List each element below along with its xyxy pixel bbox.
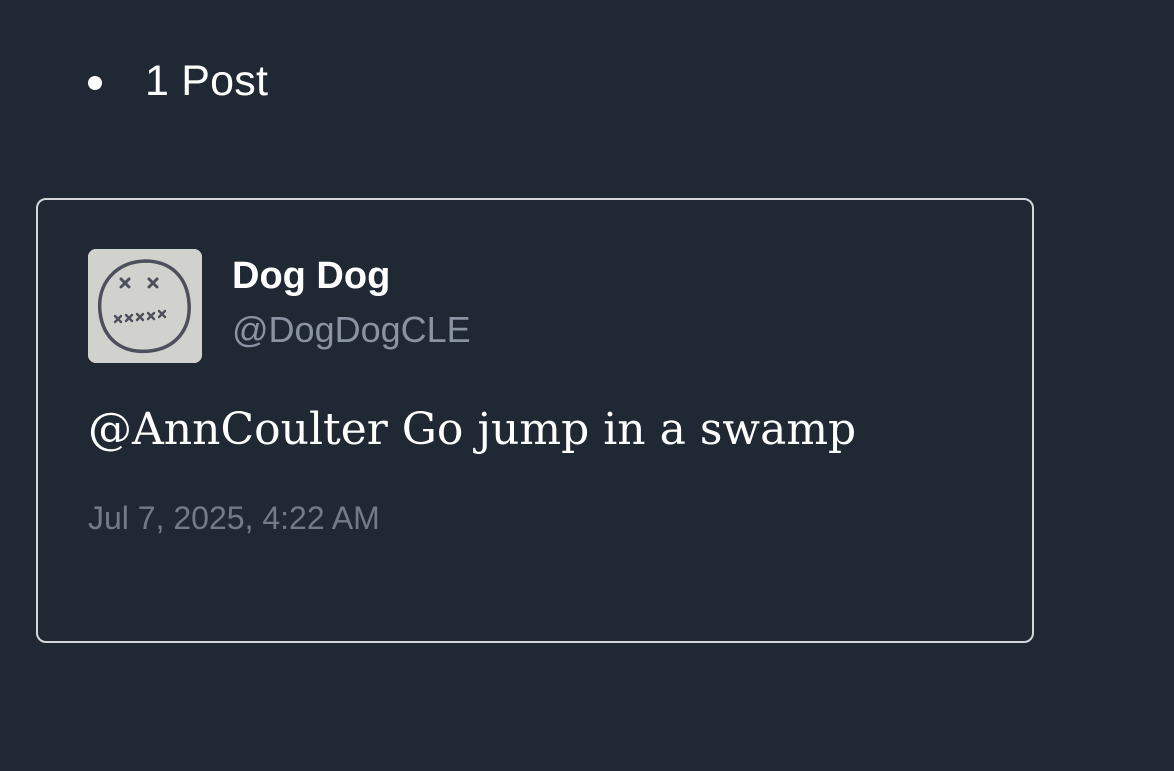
post-count-item: 1 Post bbox=[88, 56, 268, 106]
avatar[interactable] bbox=[88, 249, 202, 363]
author-block: Dog Dog @DogDogCLE bbox=[232, 254, 471, 352]
post-card[interactable]: Dog Dog @DogDogCLE @AnnCoulter Go jump i… bbox=[36, 198, 1034, 643]
post-count-label: 1 Post bbox=[145, 57, 269, 105]
author-handle[interactable]: @DogDogCLE bbox=[232, 308, 471, 352]
bullet-icon bbox=[88, 76, 102, 90]
post-timestamp[interactable]: Jul 7, 2025, 4:22 AM bbox=[88, 498, 380, 538]
sketch-face-avatar-icon bbox=[88, 249, 202, 363]
author-name[interactable]: Dog Dog bbox=[232, 254, 471, 298]
post-text: @AnnCoulter Go jump in a swamp bbox=[88, 404, 857, 455]
